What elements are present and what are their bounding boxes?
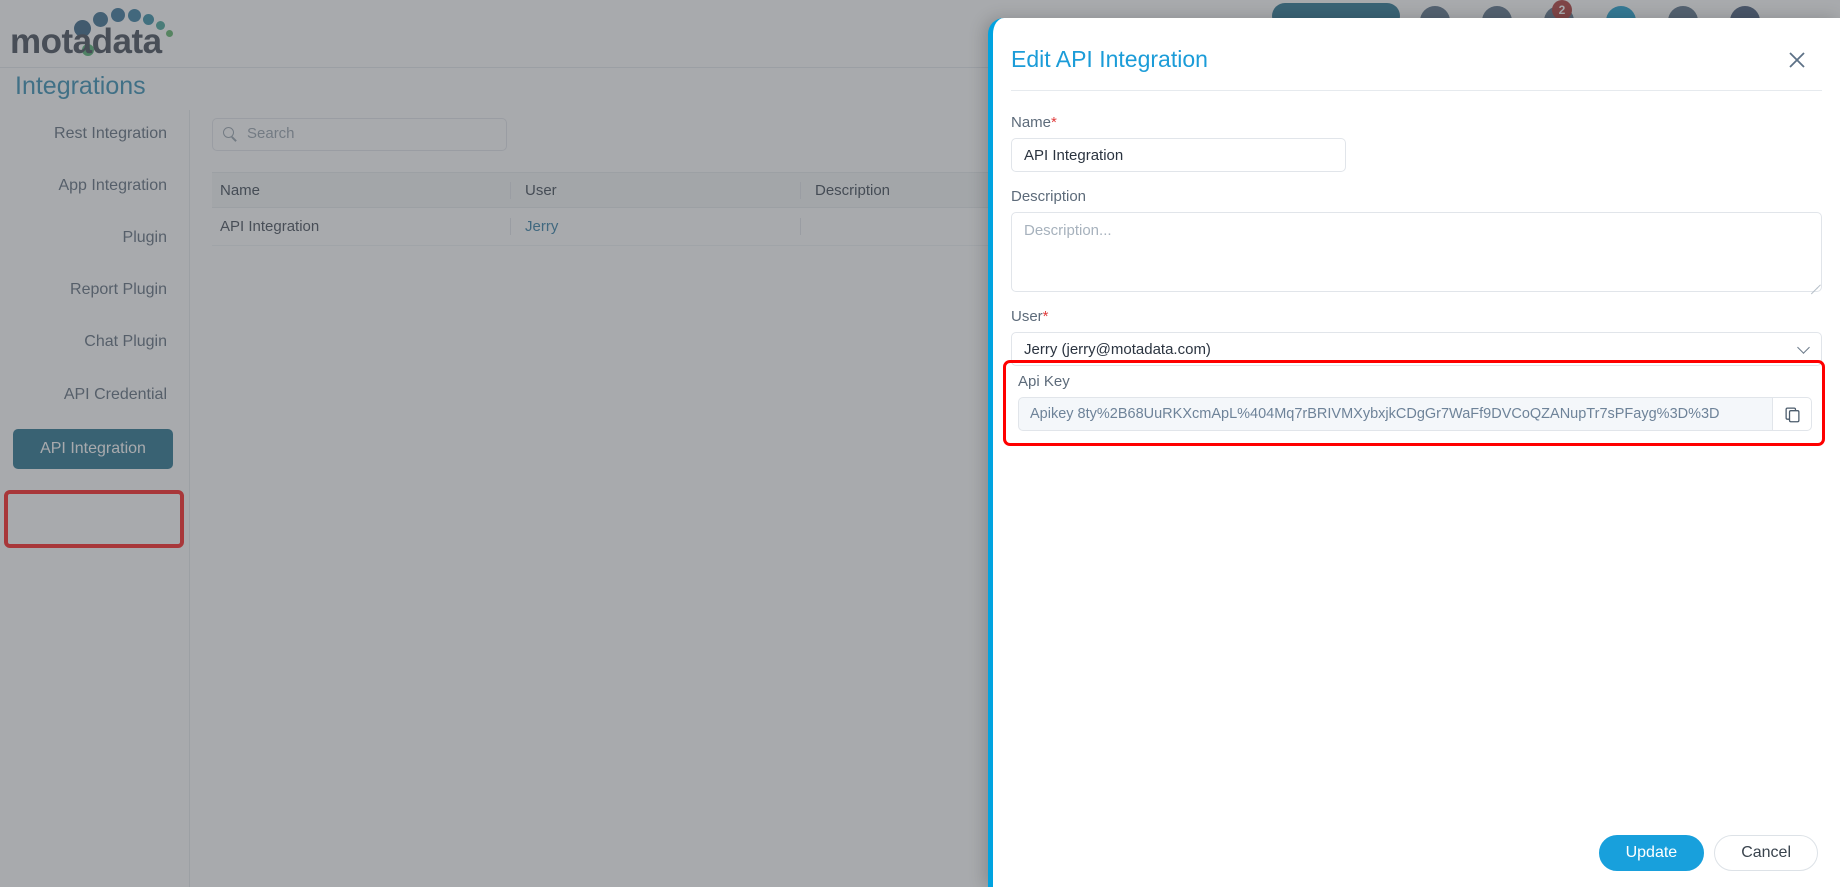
label-user-text: User	[1011, 308, 1043, 325]
label-user: User*	[1011, 308, 1822, 325]
modal-title: Edit API Integration	[1011, 46, 1208, 73]
search-icon	[223, 127, 238, 142]
column-header-user[interactable]: User	[510, 182, 800, 199]
cancel-button[interactable]: Cancel	[1714, 835, 1818, 871]
field-description: Description Description...	[1011, 188, 1822, 292]
page-title: Integrations	[15, 72, 146, 101]
sidebar-item-api-integration[interactable]: API Integration	[13, 429, 173, 469]
sidebar-item-chat-plugin[interactable]: Chat Plugin	[84, 333, 167, 351]
close-icon[interactable]	[1784, 50, 1810, 76]
update-button[interactable]: Update	[1599, 835, 1705, 871]
field-name: Name* API Integration	[1011, 114, 1822, 172]
field-api-key: Apikey 8ty%2B68UuRKXcmApL%404Mq7rBRIVMXy…	[1018, 397, 1812, 431]
modal-footer: Update Cancel	[993, 819, 1840, 887]
required-marker-name: *	[1051, 114, 1057, 131]
description-placeholder: Description...	[1024, 222, 1112, 239]
screen-root: motadata 2 Integrations Rest Integration…	[0, 0, 1840, 887]
notification-badge: 2	[1552, 0, 1572, 20]
column-header-name[interactable]: Name	[212, 182, 510, 199]
input-name[interactable]: API Integration	[1011, 138, 1346, 172]
modal-form: Name* API Integration Description Descri…	[1011, 114, 1822, 382]
label-description: Description	[1011, 188, 1822, 205]
api-key-highlight-region: Api Key Apikey 8ty%2B68UuRKXcmApL%404Mq7…	[1003, 360, 1825, 446]
input-api-key[interactable]: Apikey 8ty%2B68UuRKXcmApL%404Mq7rBRIVMXy…	[1018, 397, 1772, 431]
required-marker-user: *	[1043, 308, 1049, 325]
sidebar-item-report-plugin[interactable]: Report Plugin	[70, 281, 167, 299]
sidebar-item-app-integration[interactable]: App Integration	[58, 177, 167, 195]
edit-api-integration-modal: Edit API Integration Name* API Integrati…	[988, 18, 1840, 887]
sidebar-active-highlight	[4, 490, 184, 548]
sidebar-item-api-credential[interactable]: API Credential	[64, 386, 167, 404]
select-user-value: Jerry (jerry@motadata.com)	[1024, 341, 1211, 358]
brand-logo: motadata	[8, 8, 208, 60]
brand-wordmark: motadata	[10, 22, 162, 62]
label-api-key: Api Key	[1018, 373, 1812, 390]
search-input[interactable]: Search	[212, 118, 507, 151]
label-name-text: Name	[1011, 114, 1051, 131]
cell-user[interactable]: Jerry	[510, 218, 800, 235]
modal-header-divider	[1011, 90, 1822, 91]
sidebar-item-rest-integration[interactable]: Rest Integration	[54, 125, 167, 143]
cell-name: API Integration	[212, 218, 510, 235]
copy-icon[interactable]	[1772, 397, 1812, 431]
sidebar-item-plugin[interactable]: Plugin	[123, 229, 167, 247]
input-description[interactable]: Description...	[1011, 212, 1822, 292]
resize-handle-icon[interactable]	[1809, 279, 1818, 288]
search-placeholder: Search	[247, 125, 295, 142]
field-user: User* Jerry (jerry@motadata.com)	[1011, 308, 1822, 366]
label-name: Name*	[1011, 114, 1822, 131]
